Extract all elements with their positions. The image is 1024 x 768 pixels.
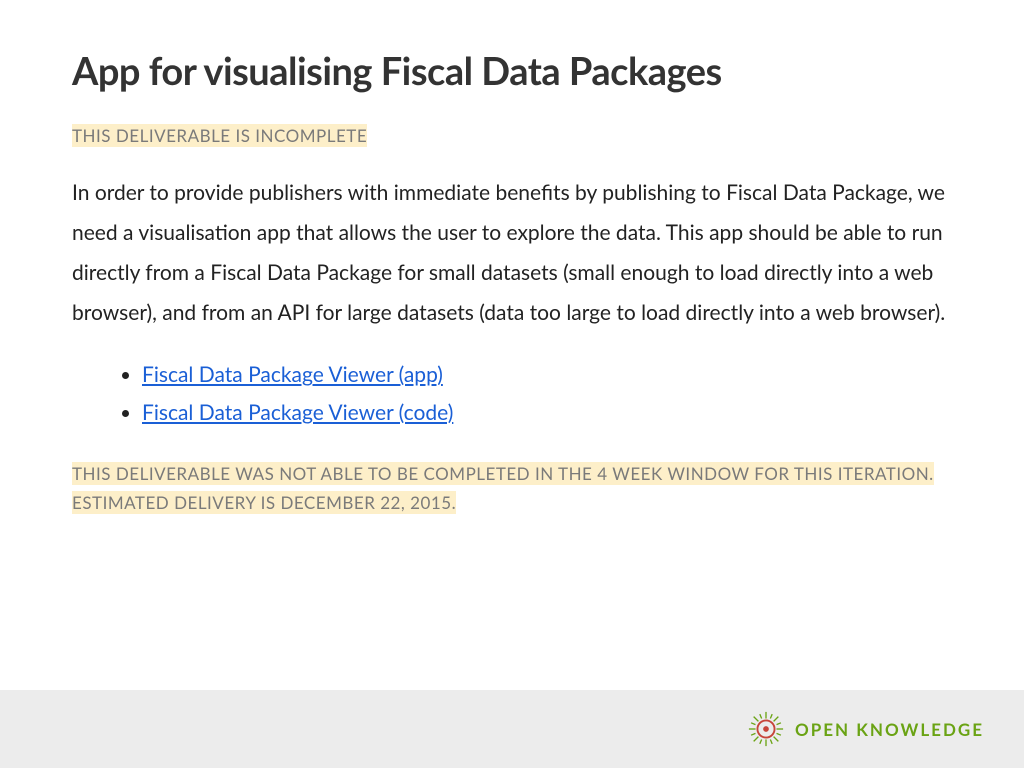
- page-title: App for visualising Fiscal Data Packages: [72, 48, 952, 94]
- footer-bar: OPEN KNOWLEDGE: [0, 690, 1024, 768]
- notice-incomplete: THIS DELIVERABLE IS INCOMPLETE: [72, 124, 367, 147]
- brand-logo: OPEN KNOWLEDGE: [747, 710, 984, 748]
- list-item: Fiscal Data Package Viewer (code): [142, 394, 952, 432]
- content-area: App for visualising Fiscal Data Packages…: [0, 0, 1024, 518]
- viewer-app-link[interactable]: Fiscal Data Package Viewer (app): [142, 362, 443, 387]
- notice-delay-wrap: THIS DELIVERABLE WAS NOT ABLE TO BE COMP…: [72, 460, 952, 518]
- viewer-code-link[interactable]: Fiscal Data Package Viewer (code): [142, 400, 453, 425]
- list-item: Fiscal Data Package Viewer (app): [142, 356, 952, 394]
- notice-delay: THIS DELIVERABLE WAS NOT ABLE TO BE COMP…: [72, 462, 934, 514]
- description-paragraph: In order to provide publishers with imme…: [72, 173, 952, 333]
- slide: App for visualising Fiscal Data Packages…: [0, 0, 1024, 768]
- brand-name: OPEN KNOWLEDGE: [795, 719, 984, 740]
- open-knowledge-icon: [747, 710, 785, 748]
- links-list: Fiscal Data Package Viewer (app) Fiscal …: [72, 356, 952, 432]
- notice-incomplete-wrap: THIS DELIVERABLE IS INCOMPLETE: [72, 122, 952, 151]
